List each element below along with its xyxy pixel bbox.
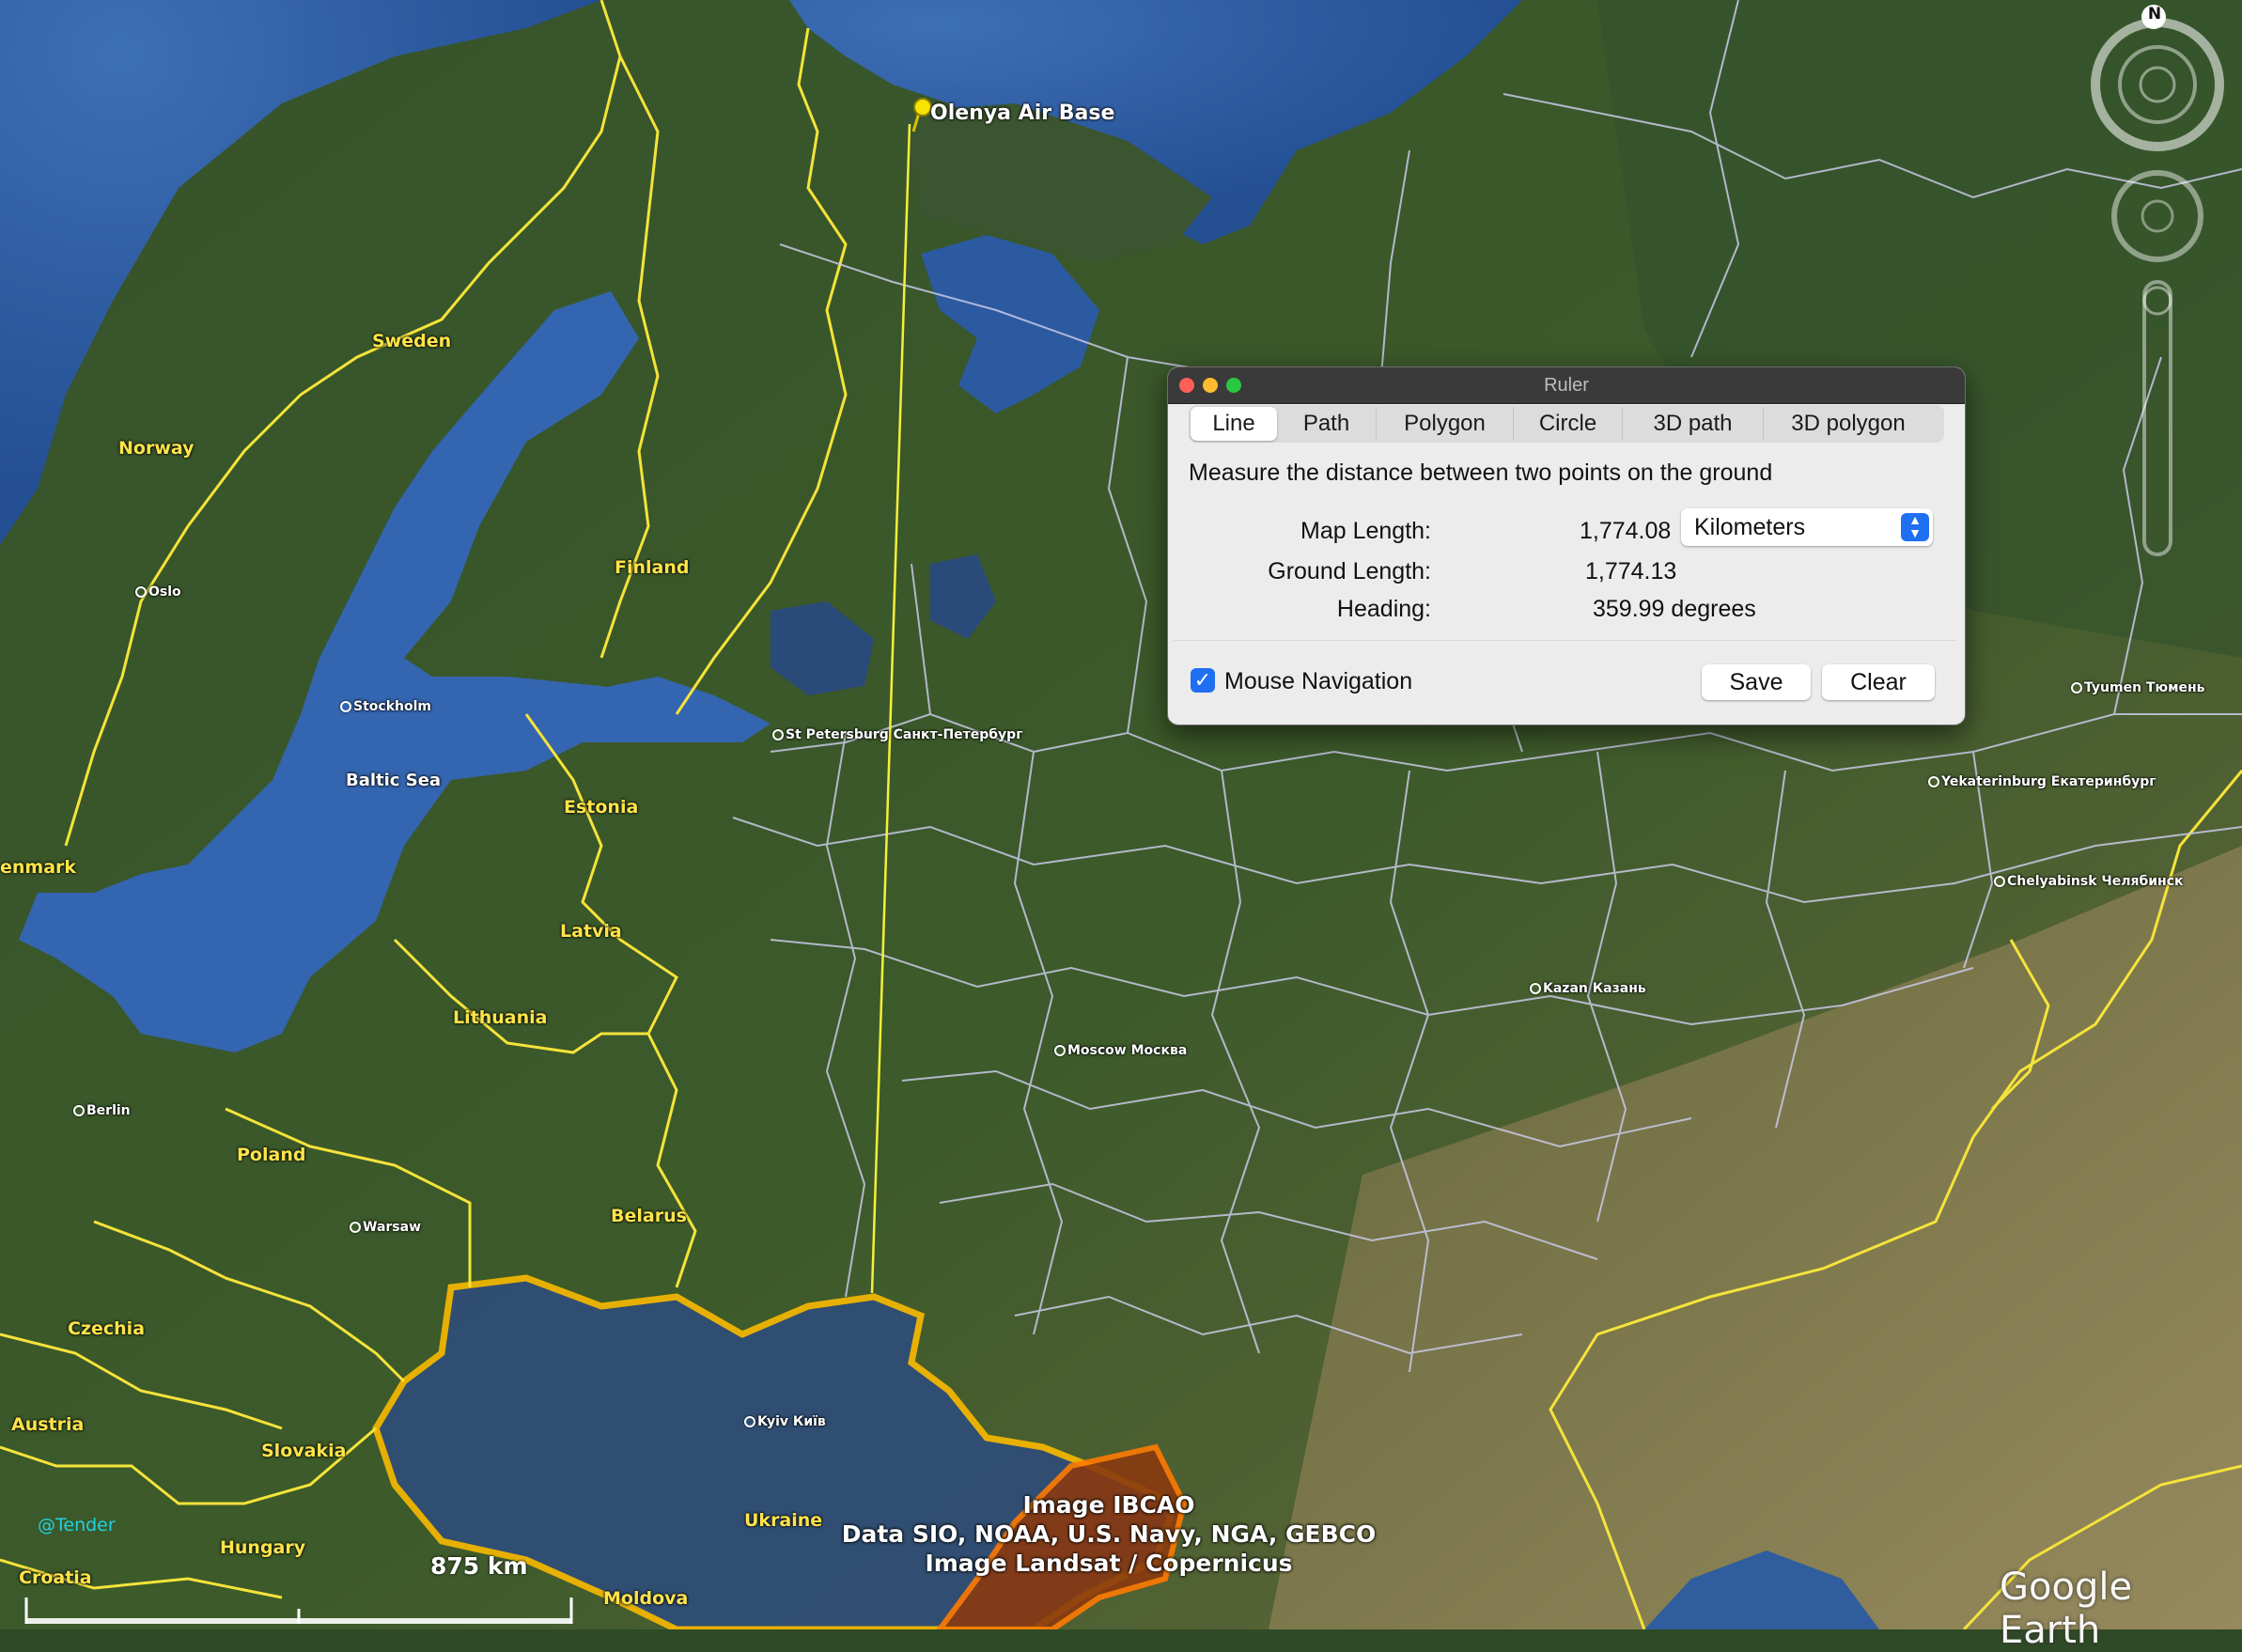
mouse-navigation-label: Mouse Navigation bbox=[1224, 668, 1413, 694]
city-label-yekaterinburg: Yekaterinburg Екатеринбург bbox=[1928, 774, 2156, 789]
country-label-finland: Finland bbox=[615, 557, 690, 578]
tab-polygon[interactable]: Polygon bbox=[1377, 407, 1514, 441]
heading-label: Heading: bbox=[1336, 596, 1431, 622]
city-label-st-petersburg: St Petersburg Санкт-Петербург bbox=[772, 727, 1023, 742]
compass-north-icon[interactable]: N bbox=[2145, 5, 2164, 27]
credit-line-2: Data SIO, NOAA, U.S. Navy, NGA, GEBCO bbox=[841, 1520, 1377, 1548]
country-label-slovakia: Slovakia bbox=[261, 1441, 347, 1461]
country-label-czechia: Czechia bbox=[68, 1318, 146, 1339]
tab-3d-polygon[interactable]: 3D polygon bbox=[1764, 407, 1933, 441]
mouse-navigation-checkbox[interactable]: ✓ bbox=[1191, 668, 1215, 693]
city-dot-icon bbox=[1928, 776, 1939, 787]
google-earth-watermark: Google Earth bbox=[2000, 1566, 2133, 1652]
city-label-warsaw: Warsaw bbox=[350, 1220, 421, 1235]
country-label-denmark: enmark bbox=[0, 857, 77, 878]
city-label-tyumen: Tyumen Тюмень bbox=[2071, 680, 2205, 695]
imagery-credits: Image IBCAO Data SIO, NOAA, U.S. Navy, N… bbox=[827, 1490, 1391, 1578]
city-label-kyiv: Kyiv Київ bbox=[744, 1414, 826, 1429]
map-length-label: Map Length: bbox=[1300, 518, 1431, 544]
city-dot-icon bbox=[135, 586, 147, 598]
city-label-chelyabinsk: Chelyabinsk Челябинск bbox=[1994, 874, 2184, 889]
scale-label: 875 km bbox=[430, 1552, 528, 1580]
units-select-value: Kilometers bbox=[1694, 514, 1806, 540]
country-label-latvia: Latvia bbox=[560, 921, 622, 942]
credit-line-3: Image Landsat / Copernicus bbox=[925, 1550, 1293, 1577]
units-select[interactable]: Kilometers ▲ ▼ bbox=[1681, 508, 1933, 546]
city-dot-icon bbox=[350, 1222, 361, 1233]
country-label-lithuania: Lithuania bbox=[453, 1007, 548, 1028]
earth-map[interactable] bbox=[0, 0, 2242, 1629]
city-dot-icon bbox=[73, 1105, 85, 1116]
country-label-ukraine: Ukraine bbox=[744, 1510, 823, 1531]
city-dot-icon bbox=[2071, 682, 2082, 694]
city-dot-icon bbox=[1530, 983, 1541, 994]
ground-length-label: Ground Length: bbox=[1268, 558, 1431, 584]
city-dot-icon bbox=[772, 729, 784, 740]
country-label-estonia: Estonia bbox=[564, 797, 639, 818]
city-dot-icon bbox=[1994, 876, 2005, 887]
sea-label-baltic: Baltic Sea bbox=[346, 771, 442, 790]
city-label-oslo: Oslo bbox=[135, 584, 181, 600]
country-label-norway: Norway bbox=[118, 438, 195, 459]
chevron-up-down-icon: ▲ ▼ bbox=[1901, 513, 1929, 541]
country-label-belarus: Belarus bbox=[611, 1206, 687, 1226]
city-label-kazan: Kazan Казань bbox=[1530, 981, 1646, 996]
tab-3d-path[interactable]: 3D path bbox=[1623, 407, 1764, 441]
clear-button[interactable]: Clear bbox=[1822, 664, 1935, 700]
ruler-title: Ruler bbox=[1544, 375, 1589, 396]
map-length-value: 1,774.08 bbox=[1580, 518, 1672, 544]
country-label-hungary: Hungary bbox=[220, 1537, 306, 1558]
ground-length-value: 1,774.13 bbox=[1585, 558, 1677, 584]
city-label-moscow: Moscow Москва bbox=[1054, 1043, 1187, 1058]
ruler-tabs: Line Path Polygon Circle 3D path 3D poly… bbox=[1189, 405, 1944, 443]
country-label-croatia: Croatia bbox=[19, 1567, 92, 1588]
city-dot-icon bbox=[744, 1416, 755, 1427]
city-label-stockholm: Stockholm bbox=[340, 699, 431, 714]
country-label-austria: Austria bbox=[11, 1414, 85, 1435]
user-tag: @Tender bbox=[38, 1515, 116, 1535]
tab-path[interactable]: Path bbox=[1277, 407, 1377, 441]
city-dot-icon bbox=[340, 701, 351, 712]
credit-line-1: Image IBCAO bbox=[1022, 1491, 1195, 1519]
ruler-description: Measure the distance between two points … bbox=[1189, 460, 1773, 486]
country-label-poland: Poland bbox=[237, 1145, 306, 1165]
tab-line[interactable]: Line bbox=[1191, 407, 1277, 441]
ruler-dialog: Ruler Line Path Polygon Circle 3D path 3… bbox=[1167, 366, 1966, 725]
ruler-titlebar[interactable]: Ruler bbox=[1168, 367, 1965, 404]
heading-value: 359.99 degrees bbox=[1593, 596, 1756, 622]
country-label-moldova: Moldova bbox=[603, 1588, 689, 1609]
country-label-sweden: Sweden bbox=[372, 331, 452, 351]
save-button[interactable]: Save bbox=[1702, 664, 1811, 700]
placemark-label[interactable]: Olenya Air Base bbox=[930, 101, 1114, 125]
city-dot-icon bbox=[1054, 1045, 1066, 1056]
tab-circle[interactable]: Circle bbox=[1514, 407, 1623, 441]
city-label-berlin: Berlin bbox=[73, 1103, 131, 1118]
